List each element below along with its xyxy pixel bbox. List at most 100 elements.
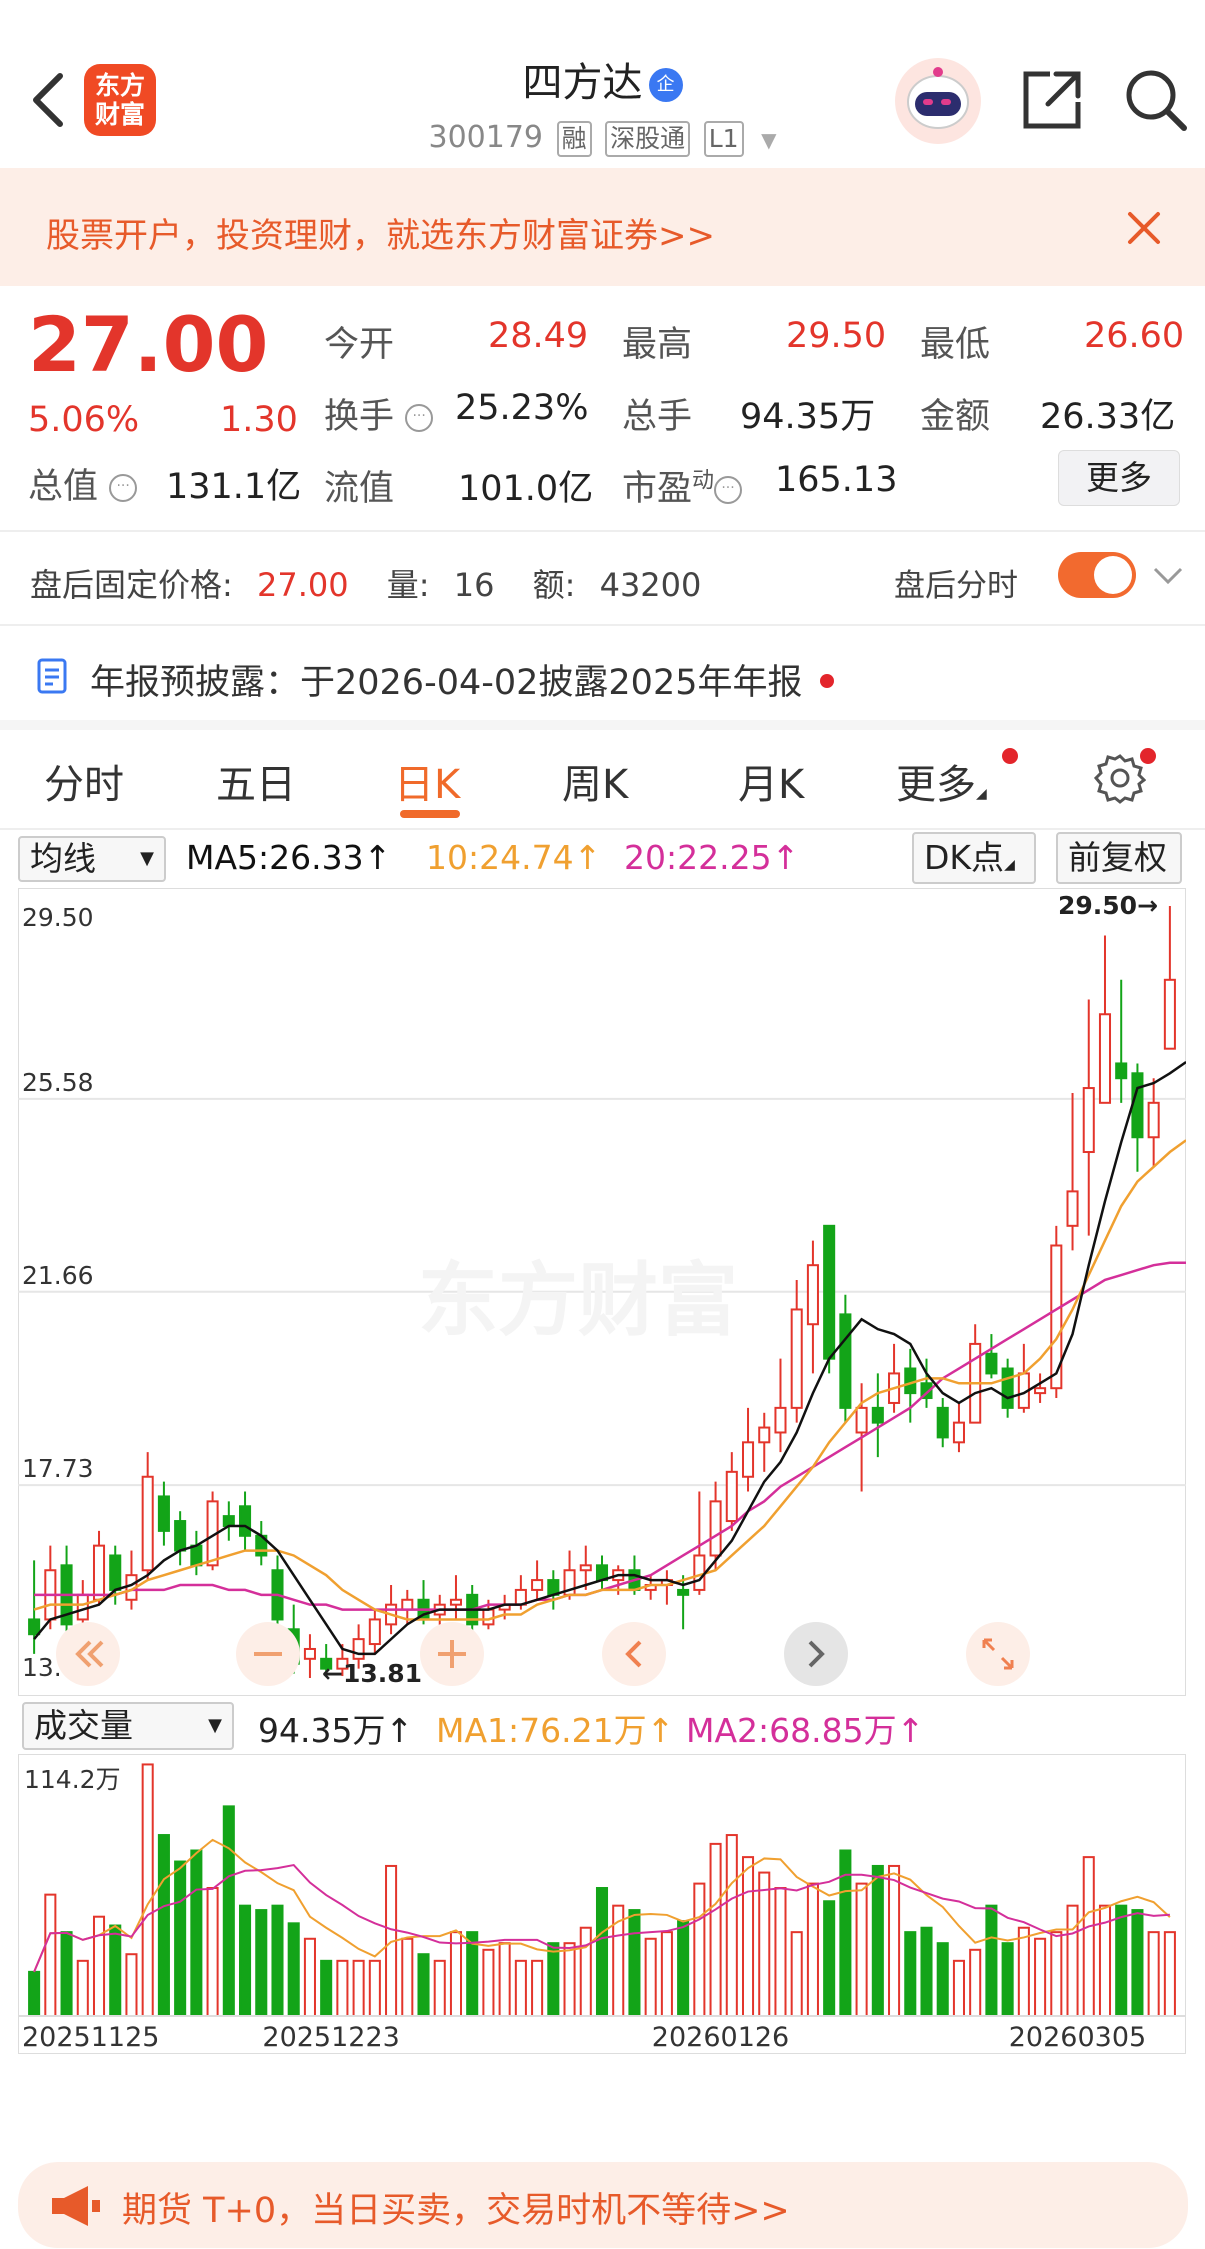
candle-body [741,1441,755,1478]
tab-more[interactable]: 更多◢ [896,752,987,810]
float-cap-label: 流值 [324,469,395,509]
promo-banner[interactable]: 股票开户，投资理财，就选东方财富证券>> [0,168,1205,286]
dk-label: DK点 [924,838,1005,877]
candle-body [368,1618,381,1646]
tab-five-day[interactable]: 五日 [216,752,296,810]
turnover-label[interactable]: 换手 ··· [324,388,434,439]
open-value: 28.49 [488,316,589,356]
volume-chart[interactable]: 114.2万 20251125 20251223 20260126 20260305 [18,1754,1186,2054]
volume-bar [579,1926,592,2017]
candle-body [303,1647,316,1660]
volume-bar [1017,1926,1030,2017]
mktcap-label-text: 总值 [28,467,99,507]
active-tab-underline [400,810,460,818]
volume-bar [871,1864,884,2017]
volume-bar [1001,1942,1014,2018]
candle-body [774,1406,787,1434]
volume-bar [595,1887,609,2017]
ma10-value: 10:24.74↑ [426,838,602,877]
volume-bar [1115,1904,1128,2017]
vol-ma2: MA2:68.85万↑ [686,1711,925,1750]
volume-bar [28,1970,41,2017]
volume-bar [514,1959,527,2017]
pe-label[interactable]: 市盈动 ··· [622,460,743,511]
candle-body [758,1426,771,1444]
volume-bar [433,1959,446,2017]
next-button[interactable] [784,1622,848,1686]
fullscreen-button[interactable] [966,1622,1030,1686]
volume-bar [693,1882,706,2017]
volume-bar [498,1942,511,2018]
tab-weekly-k[interactable]: 周K [562,752,628,810]
min-price-label: ←13.81 [322,1659,422,1688]
volume-bar [774,1887,787,2017]
vol-ma1: MA1:76.21万↑ [436,1711,675,1750]
tab-more-label: 更多 [896,762,976,808]
zoom-in-button[interactable] [420,1622,484,1686]
x-tick-label: 20260126 [652,2022,789,2053]
volume-bar [1163,1931,1176,2017]
volume-bar [1066,1904,1079,2017]
y-tick-label: 21.66 [22,1261,94,1290]
expand-icon [982,1638,1014,1670]
toggle-knob [1094,556,1132,594]
volume-bar [1131,1909,1144,2018]
after-amt-label: 额: [532,566,576,604]
volume-bar [563,1942,576,2018]
prev-button[interactable] [602,1622,666,1686]
volume-bar [741,1856,755,2018]
volume-bar [936,1942,949,2018]
volume-bar [449,1931,463,2017]
volume-bar [644,1937,657,2017]
volume-bar [531,1959,544,2017]
volume-indicator-select[interactable]: 成交量 ▼ [22,1702,234,1750]
share-icon[interactable] [1020,68,1084,136]
volume-bar [271,1904,284,2017]
candle-body [1034,1387,1047,1395]
tab-daily-k[interactable]: 日K [394,752,460,810]
y-tick-label: 17.73 [22,1454,94,1483]
volume-now: 94.35万↑ [258,1711,414,1750]
zoom-out-button[interactable] [236,1622,300,1686]
tab-intraday[interactable]: 分时 [44,752,124,810]
dk-points-button[interactable]: DK点◢ [912,832,1036,884]
kline-chart[interactable]: 东方财富 29.5025.5821.6617.7313.81 29.50→ ←1… [18,888,1186,1696]
volume-max-label: 114.2万 [24,1765,121,1794]
turnover-value: 25.23% [455,388,589,428]
indicator-select[interactable]: 均线 ▼ [18,836,166,882]
assistant-robot-icon[interactable] [895,58,981,144]
volume-bar [303,1937,316,2017]
after-price-label: 盘后固定价格: [30,566,233,604]
candle-body [1001,1367,1014,1409]
adjust-button[interactable]: 前复权 [1056,832,1182,884]
turnover-label-text: 换手 [324,397,395,437]
more-button[interactable]: 更多 [1058,450,1180,506]
announcement-row[interactable]: 年报预披露：于2026-04-02披露2025年年报 [90,654,834,705]
max-price-label: 29.50→ [1058,891,1158,920]
corner-arrow-icon: ◢ [976,786,987,802]
candle [823,1224,836,1374]
pe-value: 165.13 [775,460,898,500]
caret-down-icon: ▼ [140,848,154,869]
search-icon[interactable] [1124,68,1188,136]
app-header: 东方 财富 四方达企 300179 融 深股通 L1 ▼ [0,0,1205,168]
volume-bar [904,1931,917,2017]
rewind-button[interactable] [56,1622,120,1686]
notify-dot [1140,748,1156,764]
high-label: 最高 [622,325,693,365]
after-hours-toggle[interactable] [1058,552,1136,598]
amount-label: 金额 [920,397,991,437]
volume-bar [222,1805,235,2017]
settings-gear-icon[interactable] [1093,752,1147,808]
candle-body [531,1579,544,1591]
market-cap-label[interactable]: 总值 ··· [28,458,138,509]
tab-monthly-k[interactable]: 月K [738,752,804,810]
close-icon[interactable] [1126,210,1162,250]
futures-banner[interactable]: 期货 T+0，当日买卖，交易时机不等待>> [18,2162,1188,2248]
after-hours-toggle-label: 盘后分时 [894,568,1018,604]
chevron-down-icon[interactable] [1152,566,1184,590]
market-cap-value: 131.1亿 [166,467,302,507]
candle-body [806,1264,819,1326]
caret-down-icon: ▼ [208,1715,222,1736]
candle-body [449,1598,463,1606]
